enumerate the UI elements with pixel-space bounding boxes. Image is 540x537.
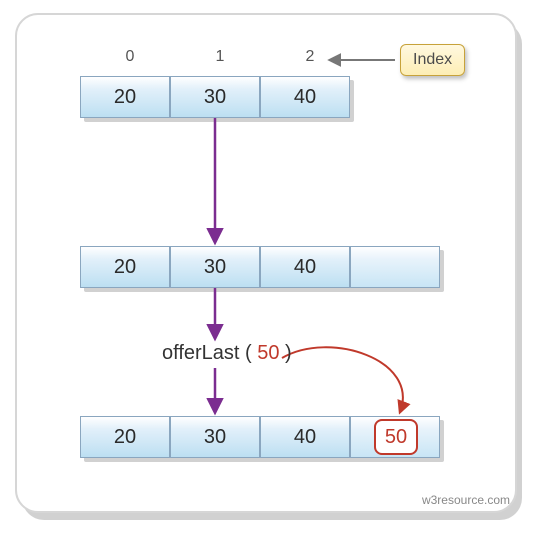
row1-cell-0: 20 [80,76,170,118]
row2-cell-1: 30 [170,246,260,288]
index-label-2: 2 [290,48,330,66]
row2-cell-3-empty [350,246,440,288]
row3-cell-2: 40 [260,416,350,458]
index-tag: Index [400,44,465,76]
index-label-0: 0 [110,48,150,66]
row2-cell-0: 20 [80,246,170,288]
footer-attribution: w3resource.com [422,493,510,507]
row3-cell-0: 20 [80,416,170,458]
index-label-1: 1 [200,48,240,66]
row1-cell-1: 30 [170,76,260,118]
method-call-label: offerLast ( 50 ) [162,342,292,365]
diagram-stage: { "indices": { "i0": "0", "i1": "1", "i2… [0,0,540,537]
row1-cell-2: 40 [260,76,350,118]
row2-cell-2: 40 [260,246,350,288]
method-argument: 50 [257,342,279,364]
row3-cell-1: 30 [170,416,260,458]
method-name: offerLast [162,342,239,364]
row3-inserted-value: 50 [374,419,418,455]
